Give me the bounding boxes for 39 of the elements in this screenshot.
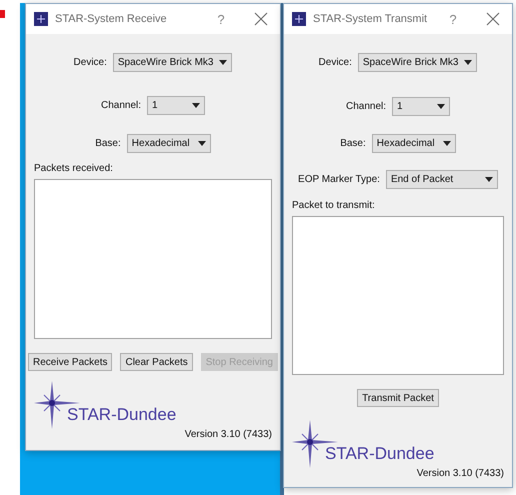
packet-text-area[interactable] (34, 179, 272, 339)
caret-icon (442, 141, 451, 146)
dropdown[interactable]: Hexadecimal (126, 134, 211, 153)
action-button[interactable]: Clear Packets (120, 353, 193, 371)
app-icon (292, 12, 306, 26)
area-label: Packet to transmit: (292, 200, 376, 213)
field-label: Channel: (100, 100, 142, 111)
edge-marker (0, 10, 5, 18)
field-label: Device: (318, 57, 352, 68)
action-button[interactable]: Transmit Packet (357, 389, 439, 407)
app-icon (34, 12, 48, 26)
version-text: Version 3.10 (7433) (184, 429, 272, 440)
close-icon[interactable] (254, 12, 268, 26)
caret-icon (192, 103, 200, 108)
caret-icon (198, 141, 206, 146)
dropdown[interactable]: 1 (147, 96, 206, 115)
dropdown[interactable]: Hexadecimal (372, 134, 456, 153)
dropdown[interactable]: SpaceWire Brick Mk3 (112, 53, 232, 72)
caret-icon (484, 177, 493, 182)
field-label: Device: (74, 57, 107, 68)
dropdown[interactable]: End of Packet (386, 170, 498, 189)
action-button[interactable]: Receive Packets (28, 353, 112, 371)
window-title: STAR-System Receive (55, 13, 168, 25)
area-label: Packets received: (34, 163, 114, 176)
field-label: Base: (340, 138, 366, 149)
window-title: STAR-System Transmit (313, 13, 428, 25)
caret-icon (464, 60, 472, 65)
field-label: Base: (95, 138, 121, 149)
logo-text: STAR-Dundee (325, 444, 434, 464)
caret-icon (437, 104, 446, 109)
dropdown[interactable]: 1 (392, 97, 450, 116)
close-icon[interactable] (486, 12, 500, 26)
version-text: Version 3.10 (7433) (416, 468, 504, 479)
field-label: EOP Marker Type: (298, 174, 380, 185)
logo-text: STAR-Dundee (67, 405, 176, 425)
dropdown[interactable]: SpaceWire Brick Mk3 (358, 53, 478, 72)
caret-icon (219, 60, 228, 65)
field-label: Channel: (346, 101, 386, 112)
packet-text-area[interactable] (292, 216, 504, 375)
